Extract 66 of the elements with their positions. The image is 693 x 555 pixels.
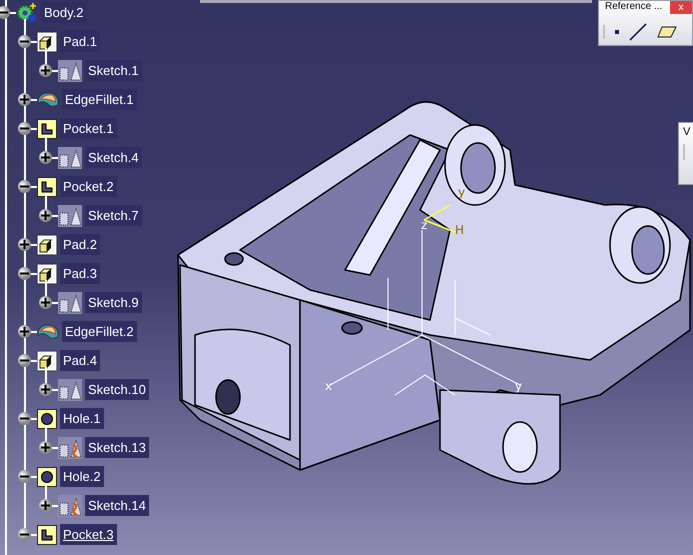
sketch-icon (58, 204, 82, 226)
hole-icon (37, 408, 57, 428)
axis-label: x (325, 379, 332, 393)
collapse-toggle[interactable] (18, 122, 31, 135)
tree-node-label[interactable]: Pad.4 (60, 350, 100, 372)
sketch-icon (58, 292, 82, 314)
fillet-icon (37, 322, 59, 340)
axis-label: H (455, 223, 464, 237)
pocket-icon (37, 524, 57, 544)
pocket-icon (37, 118, 57, 138)
tree-node-label[interactable]: Sketch.10 (85, 378, 149, 400)
hole-icon (37, 466, 57, 486)
sketch-icon (58, 494, 82, 516)
tree-node-label[interactable]: Hole.1 (60, 408, 104, 430)
tree-node-label[interactable]: Sketch.1 (85, 60, 142, 82)
collapse-toggle[interactable] (18, 180, 31, 193)
tree-node-label[interactable]: Sketch.14 (85, 494, 149, 516)
collapse-toggle[interactable] (18, 267, 31, 280)
gear-icon (16, 2, 38, 24)
close-button[interactable]: x (670, 1, 692, 14)
tree-node-label[interactable]: Pad.2 (60, 234, 100, 256)
collapse-toggle[interactable] (0, 6, 10, 19)
collapse-toggle[interactable] (18, 412, 31, 425)
expand-toggle[interactable] (39, 441, 52, 454)
grip-handle[interactable] (603, 25, 605, 39)
plane-icon[interactable] (657, 26, 677, 38)
tree-node-label[interactable]: Sketch.4 (85, 146, 142, 168)
expand-toggle[interactable] (39, 296, 52, 309)
collapse-toggle[interactable] (18, 470, 31, 483)
expand-toggle[interactable] (39, 151, 52, 164)
tree-node-label[interactable]: Pad.3 (60, 262, 100, 284)
axis-label: y (515, 379, 522, 393)
axis-label: z (421, 218, 428, 232)
tree-node-label[interactable]: Hole.2 (60, 466, 104, 488)
axis-label: y (458, 185, 466, 199)
expand-toggle[interactable] (39, 383, 52, 396)
sketch-icon (58, 60, 82, 82)
grip-handle[interactable] (683, 144, 685, 160)
tree-node-label[interactable]: Sketch.13 (85, 436, 149, 458)
sketch-icon (58, 146, 82, 168)
tree-node-label[interactable]: Body.2 (41, 2, 87, 24)
collapse-toggle[interactable] (18, 528, 31, 541)
tree-node-label[interactable]: EdgeFillet.1 (62, 88, 137, 110)
expand-toggle[interactable] (39, 64, 52, 77)
expand-toggle[interactable] (18, 325, 31, 338)
toolbar-title: V (683, 126, 690, 138)
tree-node-label[interactable]: Pocket.1 (60, 118, 117, 140)
sketch-icon (58, 378, 82, 400)
tree-node-label[interactable]: Pocket.2 (60, 176, 117, 198)
toolbar-title: Reference ... (604, 1, 664, 13)
compass-icon (423, 204, 456, 233)
tree-node-label[interactable]: Pad.1 (60, 30, 100, 52)
sketch-icon (58, 436, 82, 458)
expand-toggle[interactable] (18, 238, 31, 251)
pocket-icon (37, 176, 57, 196)
tree-node-label[interactable]: Sketch.7 (85, 204, 142, 226)
expand-toggle[interactable] (39, 209, 52, 222)
line-icon[interactable] (629, 23, 647, 41)
fillet-icon (37, 90, 59, 108)
expand-toggle[interactable] (39, 499, 52, 512)
expand-toggle[interactable] (18, 93, 31, 106)
tree-node-label[interactable]: EdgeFillet.2 (62, 320, 137, 342)
collapse-toggle[interactable] (18, 35, 31, 48)
tree-node-label[interactable]: Sketch.9 (85, 292, 142, 314)
collapse-toggle[interactable] (18, 354, 31, 367)
tree-node-label[interactable]: Pocket.3 (60, 524, 117, 546)
